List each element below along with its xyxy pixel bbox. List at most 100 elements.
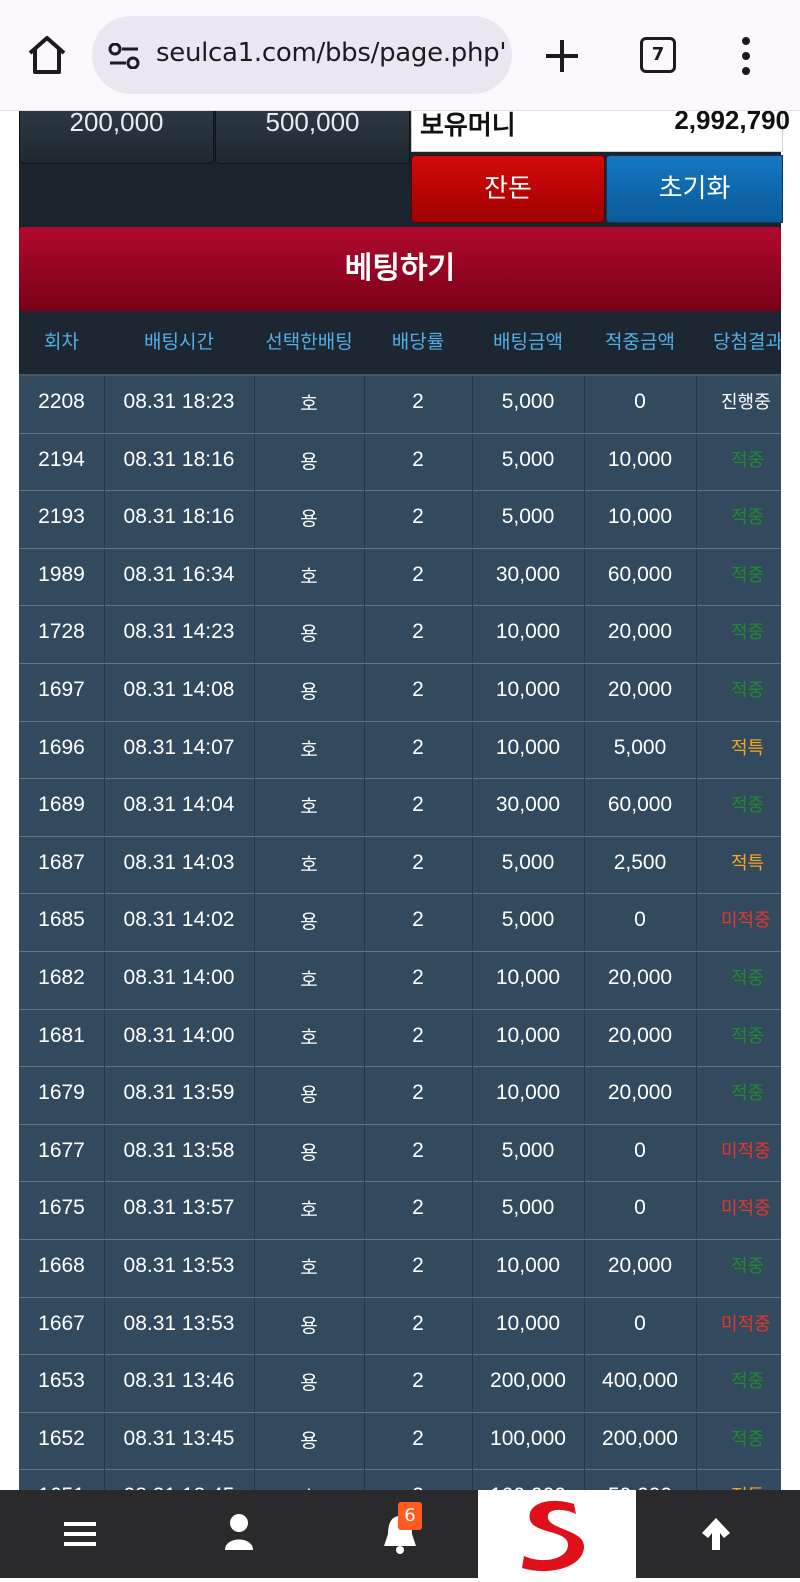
cell-odds: 2 <box>412 620 424 644</box>
cell-bet-amount: 5,000 <box>501 505 555 529</box>
user-icon[interactable] <box>222 1490 256 1578</box>
cell-pick: 용 <box>300 680 318 703</box>
cell-time: 08.31 14:07 <box>123 735 235 759</box>
cell-round: 1652 <box>38 1426 85 1450</box>
cell-win-amount: 20,000 <box>607 1253 673 1277</box>
cell-bet-amount: 30,000 <box>495 793 561 817</box>
more-menu-icon[interactable] <box>738 36 754 76</box>
cell-round: 1651 <box>19 1470 104 1490</box>
cell-round: 1675 <box>38 1196 85 1220</box>
cell-pick: 용 <box>300 911 318 934</box>
cell-time: 08.31 13:45 <box>104 1470 254 1490</box>
cell-time: 08.31 13:58 <box>123 1138 235 1162</box>
cell-pick: 호 <box>300 738 318 761</box>
page-content: 200,000 500,000 보유머니 2,992,790 잔돈 초기화 베팅… <box>0 111 800 1490</box>
cell-round: 1667 <box>38 1311 85 1335</box>
cell-win-amount: 0 <box>634 908 646 932</box>
cell-odds: 2 <box>412 1369 424 1393</box>
site-logo[interactable] <box>478 1490 636 1578</box>
cell-bet-amount: 5,000 <box>501 908 555 932</box>
header-odds: 배당률 <box>391 331 445 353</box>
cell-pick: 용 <box>300 1084 318 1107</box>
cell-result: 미적중 <box>721 1140 771 1162</box>
cell-round: 1697 <box>38 677 85 701</box>
cell-time: 08.31 18:16 <box>123 447 235 471</box>
cell-win-amount: 20,000 <box>607 677 673 701</box>
cell-pick: 용 <box>300 1141 318 1164</box>
cell-odds: 2 <box>412 850 424 874</box>
cell-pick: 용 <box>300 623 318 646</box>
cell-win-amount: 0 <box>634 1138 646 1162</box>
header-win-amount: 적중금액 <box>605 331 675 353</box>
cell-time: 08.31 13:57 <box>123 1196 235 1220</box>
cell-odds: 2 <box>412 447 424 471</box>
cell-bet-amount: 5,000 <box>501 447 555 471</box>
cell-pick: 호 <box>300 968 318 991</box>
cell-time: 08.31 14:02 <box>123 908 235 932</box>
cell-time: 08.31 13:46 <box>123 1369 235 1393</box>
table-row: 2208 08.31 18:23 호 2 5,000 0 진행중 <box>19 376 781 434</box>
cell-time: 08.31 14:00 <box>123 1023 235 1047</box>
cell-pick: 호 <box>300 1256 318 1279</box>
cell-result: 미적중 <box>721 910 771 932</box>
cell-result: 적중 <box>731 1428 765 1450</box>
cell-result: 미적중 <box>721 1313 771 1335</box>
table-row: 1689 08.31 14:04 호 2 30,000 60,000 적중 <box>19 779 781 837</box>
cell-bet-amount: 10,000 <box>495 1311 561 1335</box>
home-icon[interactable] <box>22 30 72 80</box>
cell-win-amount: 0 <box>634 1311 646 1335</box>
cell-round: 1696 <box>38 735 85 759</box>
cell-bet-amount: 10,000 <box>495 620 561 644</box>
cell-bet-amount: 5,000 <box>501 1196 555 1220</box>
tab-switcher-button[interactable]: 7 <box>640 37 676 73</box>
cell-result: 적특 <box>696 1470 781 1490</box>
new-tab-icon[interactable] <box>540 34 584 78</box>
cell-win-amount: 20,000 <box>607 1023 673 1047</box>
cell-bet-amount: 5,000 <box>501 1138 555 1162</box>
cell-result: 미적중 <box>721 1198 771 1220</box>
cell-odds: 2 <box>412 677 424 701</box>
place-bet-button[interactable]: 베팅하기 <box>19 227 781 311</box>
table-row: 1697 08.31 14:08 용 2 10,000 20,000 적중 <box>19 663 781 722</box>
cell-odds: 2 <box>412 1311 424 1335</box>
cell-win-amount: 10,000 <box>607 447 673 471</box>
cell-time: 08.31 14:04 <box>123 793 235 817</box>
table-row: 2193 08.31 18:16 용 2 5,000 10,000 적중 <box>19 491 781 549</box>
cell-odds: 2 <box>412 908 424 932</box>
balance-box: 보유머니 2,992,790 <box>411 111 790 152</box>
site-settings-icon[interactable] <box>108 43 140 69</box>
cell-odds: 2 <box>412 1253 424 1277</box>
cell-bet-amount: 100,000 <box>472 1470 584 1490</box>
cell-result: 적중 <box>731 1083 765 1105</box>
cell-bet-amount: 10,000 <box>495 965 561 989</box>
table-row: 2194 08.31 18:16 용 2 5,000 10,000 적중 <box>19 433 781 492</box>
menu-icon[interactable] <box>62 1490 98 1578</box>
address-bar[interactable]: seulca1.com/bbs/page.php' <box>92 16 512 94</box>
cell-bet-amount: 5,000 <box>501 850 555 874</box>
cell-result: 적중 <box>731 1025 765 1047</box>
table-row: 1675 08.31 13:57 호 2 5,000 0 미적중 <box>19 1182 781 1240</box>
cell-win-amount: 60,000 <box>607 793 673 817</box>
table-row: 1652 08.31 13:45 용 2 100,000 200,000 적중 <box>19 1412 781 1471</box>
cell-win-amount: 10,000 <box>607 505 673 529</box>
table-row: 1682 08.31 14:00 호 2 10,000 20,000 적중 <box>19 951 781 1010</box>
cell-round: 1728 <box>38 620 85 644</box>
reset-button[interactable]: 초기화 <box>606 155 783 223</box>
cell-win-amount: 0 <box>634 390 646 413</box>
cell-odds: 2 <box>412 1081 424 1105</box>
cell-round: 1653 <box>38 1369 85 1393</box>
cell-time: 08.31 13:53 <box>123 1311 235 1335</box>
cell-win-amount: 20,000 <box>607 620 673 644</box>
table-row: 1989 08.31 16:34 호 2 30,000 60,000 적중 <box>19 548 781 607</box>
cell-pick: 용 <box>300 1429 318 1452</box>
chip-button-500000[interactable]: 500,000 <box>215 111 410 164</box>
cell-win-amount: 20,000 <box>607 1081 673 1105</box>
balance-value: 2,992,790 <box>674 111 790 135</box>
chip-button-200000[interactable]: 200,000 <box>19 111 214 164</box>
change-button[interactable]: 잔돈 <box>411 155 605 223</box>
arrow-up-icon[interactable] <box>698 1490 734 1578</box>
cell-odds: 2 <box>412 1196 424 1220</box>
cell-win-amount: 5,000 <box>613 735 667 759</box>
cell-time: 08.31 14:03 <box>123 850 235 874</box>
cell-pick: 용 <box>300 450 318 473</box>
